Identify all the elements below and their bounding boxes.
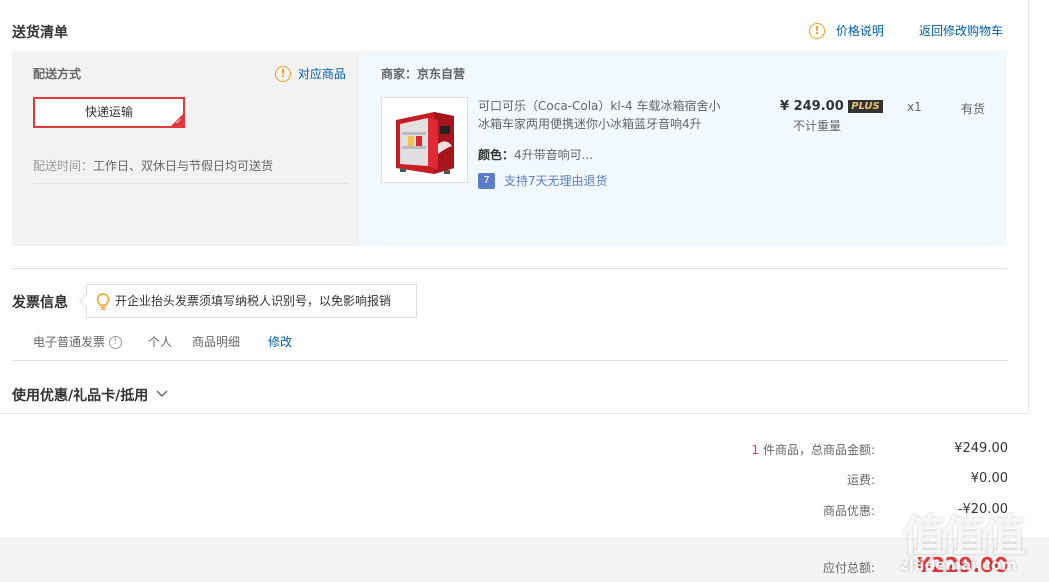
payable-value: ¥229.00 xyxy=(916,553,1008,577)
back-to-cart-link[interactable]: 返回修改购物车 xyxy=(919,22,1003,39)
payable-bar: 应付总额: ¥229.00 xyxy=(0,538,1049,582)
checkout-page: 送货清单 ! 价格说明 返回修改购物车 配送方式 ! 对应商品 快递运输 ✓ 配… xyxy=(0,0,1049,582)
invoice-holder: 个人 xyxy=(148,335,173,349)
express-delivery-label: 快递运输 xyxy=(84,105,133,119)
weight-note: 不计重量 xyxy=(793,119,842,133)
merchant-label: 商家： xyxy=(381,67,418,81)
price-explain-link[interactable]: ! 价格说明 xyxy=(809,22,884,40)
stock-status: 有货 xyxy=(961,102,986,116)
match-goods-link[interactable]: ! 对应商品 xyxy=(275,65,346,83)
divider xyxy=(33,183,348,184)
return-policy-row: 7 支持7天无理由退货 xyxy=(478,172,607,189)
shipping-method-label: 配送方式 xyxy=(33,67,82,81)
product-title-line2: 冰箱车家两用便携迷你小冰箱蓝牙音响4升 xyxy=(478,117,702,131)
goods-total-value: ¥249.00 xyxy=(954,441,1008,456)
delivery-list-title: 送货清单 xyxy=(12,25,68,41)
discount-label: 商品优惠: xyxy=(822,504,875,518)
shipping-panel: 配送方式 ! 对应商品 快递运输 ✓ 配送时间：工作日、双休日与节假日均可送货 xyxy=(12,51,359,246)
product-quantity: x1 xyxy=(907,100,922,114)
payable-label: 应付总额: xyxy=(822,561,875,575)
express-delivery-option[interactable]: 快递运输 ✓ xyxy=(33,97,185,128)
delivery-time-label: 配送时间： xyxy=(33,159,94,173)
divider xyxy=(12,268,1007,269)
invoice-tip: 开企业抬头发票须填写纳税人识别号，以免影响报销 xyxy=(78,284,417,318)
goods-count-row: 1 件商品，总商品金额: xyxy=(752,441,876,458)
invoice-help-icon[interactable]: ! xyxy=(108,336,122,349)
invoice-type-label: 电子普通发票 xyxy=(33,335,106,349)
invoice-type: 电子普通发票 ! xyxy=(33,333,122,350)
color-label: 颜色： xyxy=(478,148,515,162)
info-icon: ! xyxy=(809,22,825,39)
lightbulb-icon xyxy=(96,293,110,310)
invoice-tip-text: 开企业抬头发票须填写纳税人识别号，以免影响报销 xyxy=(115,294,392,308)
merchant-row: 商家：京东自营 xyxy=(381,65,465,82)
product-title-link[interactable]: 可口可乐（Coca-Cola）kl-4 车载冰箱宿舍小 冰箱车家两用便携迷你小冰… xyxy=(478,97,738,133)
invoice-edit-link[interactable]: 修改 xyxy=(268,333,292,350)
coupon-toggle[interactable]: 使用优惠/礼品卡/抵用 xyxy=(12,385,168,404)
plus-badge: PLUS xyxy=(848,100,883,113)
check-icon: ✓ xyxy=(175,117,182,126)
seven-day-return-icon: 7 xyxy=(478,172,495,189)
goods-panel: 商家：京东自营 可口可乐（Coca-Cola）kl-4 车载冰箱宿舍小 冰箱车家… xyxy=(359,51,1007,246)
info-icon: ! xyxy=(275,65,291,82)
product-title-line1: 可口可乐（Coca-Cola）kl-4 车载冰箱宿舍小 xyxy=(478,99,721,113)
order-card: 送货清单 ! 价格说明 返回修改购物车 配送方式 ! 对应商品 快递运输 ✓ 配… xyxy=(0,0,1029,414)
delivery-time-row: 配送时间：工作日、双休日与节假日均可送货 xyxy=(33,157,273,174)
goods-count: 1 xyxy=(751,443,760,457)
invoice-content: 商品明细 xyxy=(192,335,241,349)
invoice-title: 发票信息 xyxy=(12,295,68,311)
goods-total-label: 件商品，总商品金额: xyxy=(759,443,875,457)
product-price-row: ¥ 249.00 PLUS xyxy=(780,99,883,114)
divider xyxy=(12,360,1007,361)
discount-value: -¥20.00 xyxy=(957,502,1008,517)
delivery-time-value: 工作日、双休日与节假日均可送货 xyxy=(93,159,274,173)
product-price: ¥ 249.00 xyxy=(780,99,844,114)
coupon-title: 使用优惠/礼品卡/抵用 xyxy=(12,388,149,404)
return-policy-text: 支持7天无理由退货 xyxy=(503,174,608,188)
product-thumbnail[interactable] xyxy=(381,97,468,183)
merchant-name: 京东自营 xyxy=(417,67,466,81)
mini-fridge-image xyxy=(382,98,467,182)
freight-label: 运费: xyxy=(846,473,875,487)
color-value: 4升带音响可... xyxy=(514,148,594,162)
price-explain-label: 价格说明 xyxy=(835,24,884,38)
product-color-row: 颜色：4升带音响可... xyxy=(478,146,593,163)
freight-value: ¥0.00 xyxy=(970,471,1008,486)
match-goods-label: 对应商品 xyxy=(297,67,346,81)
chevron-down-icon xyxy=(156,390,168,397)
